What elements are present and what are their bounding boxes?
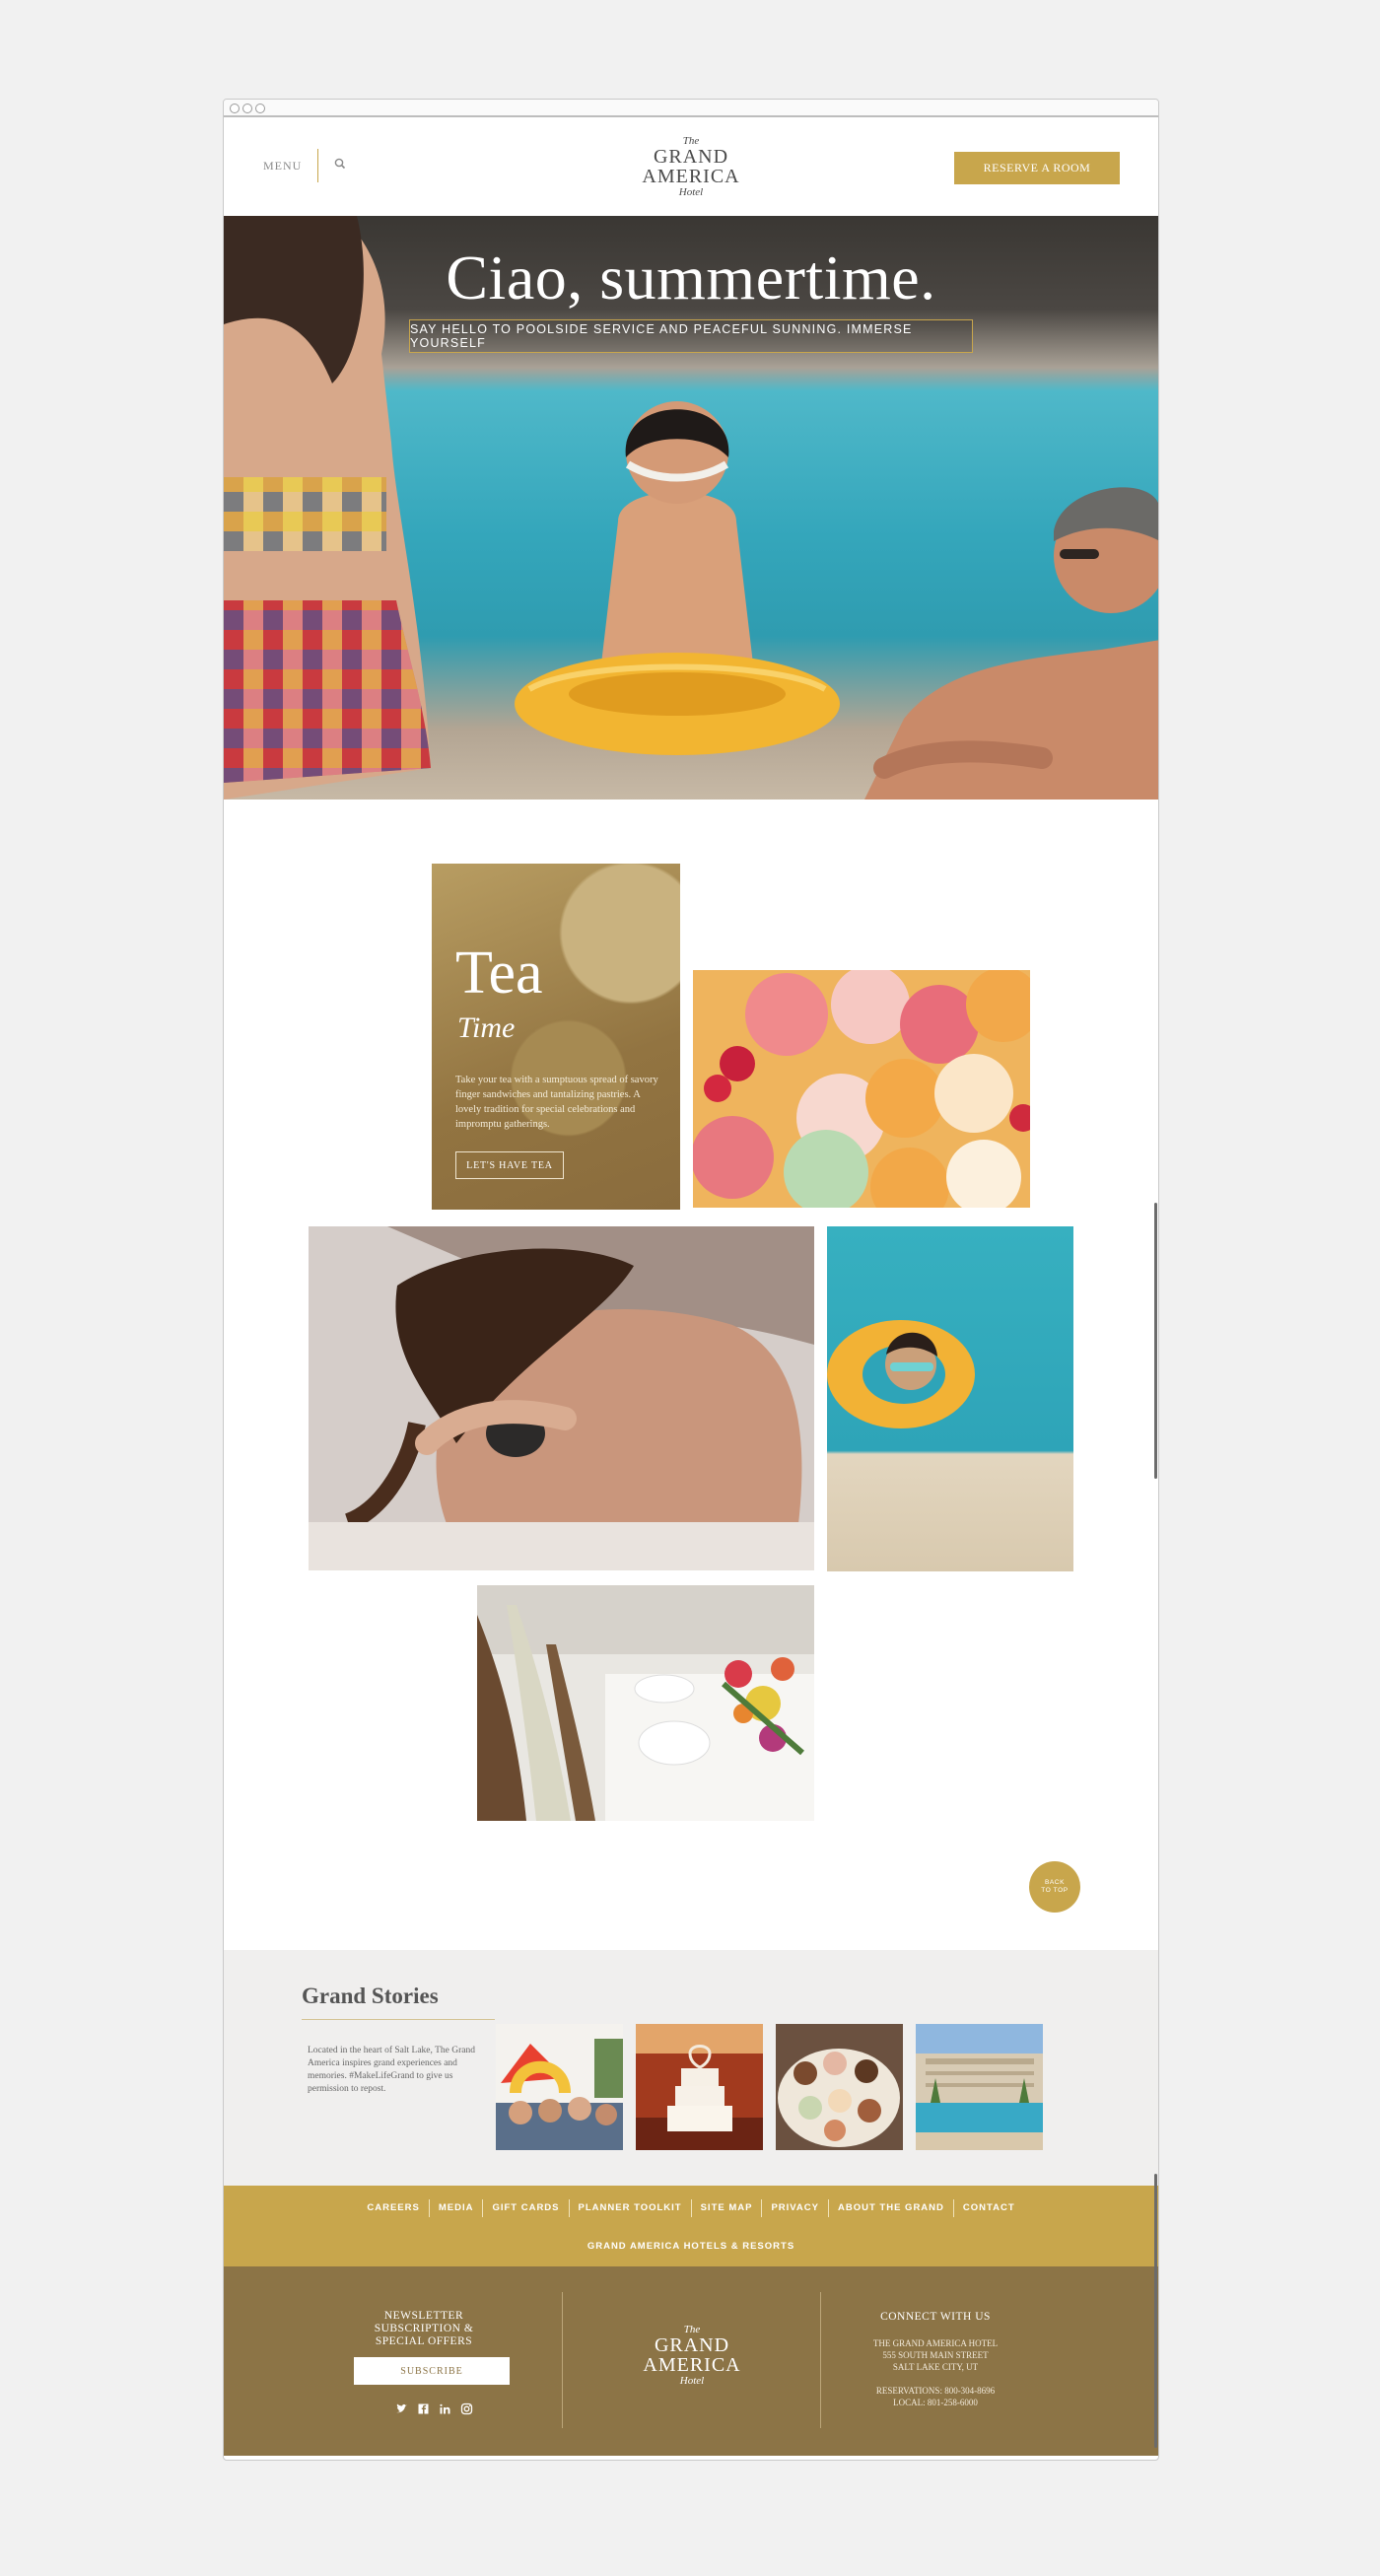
footer-logo-hotel: Hotel (679, 2375, 705, 2387)
hotel-address: THE GRAND AMERICA HOTEL 555 SOUTH MAIN S… (855, 2337, 1016, 2373)
address-line-1: THE GRAND AMERICA HOTEL (872, 2338, 999, 2348)
hero-title: Ciao, summertime. (446, 243, 936, 313)
connect-title: CONNECT WITH US (880, 2311, 991, 2323)
instagram-icon[interactable] (460, 2402, 473, 2415)
grand-stories-divider (302, 2019, 495, 2020)
site-header: MENU The GRAND AMERICA Hotel RESERVE A R… (224, 117, 1158, 216)
story-thumb-cake-photo[interactable] (636, 2024, 763, 2150)
search-icon[interactable] (333, 157, 347, 171)
story-thumb-group-photo[interactable] (496, 2024, 623, 2150)
window-close-dot[interactable] (230, 104, 240, 113)
pool-boy-photo[interactable] (827, 1226, 1073, 1571)
facebook-icon[interactable] (417, 2402, 430, 2415)
tea-time-card[interactable]: Tea Time Take your tea with a sumptuous … (432, 864, 680, 1210)
social-links (395, 2402, 473, 2415)
window-minimize-dot[interactable] (242, 104, 252, 113)
browser-window: MENU The GRAND AMERICA Hotel RESERVE A R… (223, 99, 1159, 2461)
footer-logo-america: AMERICA (643, 2354, 741, 2376)
footer-logo[interactable]: The GRAND AMERICA Hotel (635, 2324, 749, 2387)
logo-hotel: Hotel (678, 186, 704, 198)
site-footer: NEWSLETTER SUBSCRIPTION & SPECIAL OFFERS… (224, 2266, 1158, 2456)
grand-stories-section: Grand Stories Located in the heart of Sa… (224, 1950, 1158, 2186)
footer-link-contact[interactable]: CONTACT (954, 2199, 1024, 2217)
grand-stories-description: Located in the heart of Salt Lake, The G… (308, 2046, 475, 2094)
back-to-top-button[interactable]: BACK TO TOP (1029, 1861, 1080, 1913)
spa-massage-photo[interactable] (309, 1226, 814, 1570)
macarons-photo[interactable] (693, 970, 1030, 1208)
subscribe-button[interactable]: SUBSCRIBE (354, 2357, 510, 2385)
tea-title: Tea (455, 940, 543, 1007)
story-thumb-poolside-photo[interactable] (916, 2024, 1043, 2150)
footer-link-list: CAREERS MEDIA GIFT CARDS PLANNER TOOLKIT… (224, 2199, 1158, 2217)
experience-gallery: Tea Time Take your tea with a sumptuous … (224, 800, 1158, 1950)
footer-link-media[interactable]: MEDIA (430, 2199, 484, 2217)
dining-table-photo[interactable] (477, 1585, 814, 1821)
reserve-room-button[interactable]: RESERVE A ROOM (954, 152, 1120, 184)
scrollbar-thumb-lower[interactable] (1154, 2174, 1157, 2448)
footer-link-site-map[interactable]: SITE MAP (692, 2199, 763, 2217)
footer-logo-grand: GRAND (654, 2334, 730, 2356)
address-line-2: 555 SOUTH MAIN STREET (882, 2350, 989, 2360)
hotel-phones: RESERVATIONS: 800-304-8696 LOCAL: 801-25… (855, 2385, 1016, 2408)
hero-man-figure (864, 487, 1158, 800)
footer-link-hotels-resorts[interactable]: GRAND AMERICA HOTELS & RESORTS (224, 2241, 1158, 2252)
logo-america: AMERICA (642, 166, 740, 187)
footer-link-about[interactable]: ABOUT THE GRAND (829, 2199, 954, 2217)
hero-subtitle: SAY HELLO TO POOLSIDE SERVICE AND PEACEF… (409, 319, 973, 353)
scrollbar-thumb[interactable] (1154, 1203, 1157, 1479)
footer-link-careers[interactable]: CAREERS (358, 2199, 430, 2217)
local-phone[interactable]: LOCAL: 801-258-6000 (855, 2397, 1016, 2408)
logo-grand: GRAND (653, 146, 729, 168)
header-divider (317, 149, 318, 182)
footer-link-gift-cards[interactable]: GIFT CARDS (483, 2199, 570, 2217)
hero-boy-figure (515, 401, 840, 755)
lets-have-tea-button[interactable]: LET'S HAVE TEA (455, 1151, 564, 1179)
site-logo[interactable]: The GRAND AMERICA Hotel (634, 135, 748, 206)
address-line-3: SALT LAKE CITY, UT (892, 2362, 979, 2372)
window-maximize-dot[interactable] (255, 104, 265, 113)
story-thumb-pastries-photo[interactable] (776, 2024, 903, 2150)
reservations-phone[interactable]: RESERVATIONS: 800-304-8696 (855, 2385, 1016, 2397)
newsletter-title: NEWSLETTER SUBSCRIPTION & SPECIAL OFFERS (374, 2310, 474, 2347)
linkedin-icon[interactable] (439, 2402, 451, 2415)
back-to-top-line1: BACK (1044, 1879, 1066, 1886)
grand-stories-title: Grand Stories (302, 1984, 439, 2008)
footer-links-bar: CAREERS MEDIA GIFT CARDS PLANNER TOOLKIT… (224, 2186, 1158, 2266)
tea-description: Take your tea with a sumptuous spread of… (455, 1075, 658, 1130)
twitter-icon[interactable] (395, 2402, 408, 2415)
footer-divider-right (820, 2292, 821, 2428)
tea-italic: Time (457, 1011, 516, 1044)
menu-button[interactable]: MENU (263, 159, 302, 174)
footer-link-privacy[interactable]: PRIVACY (762, 2199, 829, 2217)
footer-divider-left (562, 2292, 563, 2428)
window-chrome (224, 100, 1158, 117)
hero-banner: Ciao, summertime. SAY HELLO TO POOLSIDE … (224, 216, 1158, 800)
back-to-top-line2: TO TOP (1041, 1887, 1069, 1894)
footer-link-planner-toolkit[interactable]: PLANNER TOOLKIT (570, 2199, 692, 2217)
